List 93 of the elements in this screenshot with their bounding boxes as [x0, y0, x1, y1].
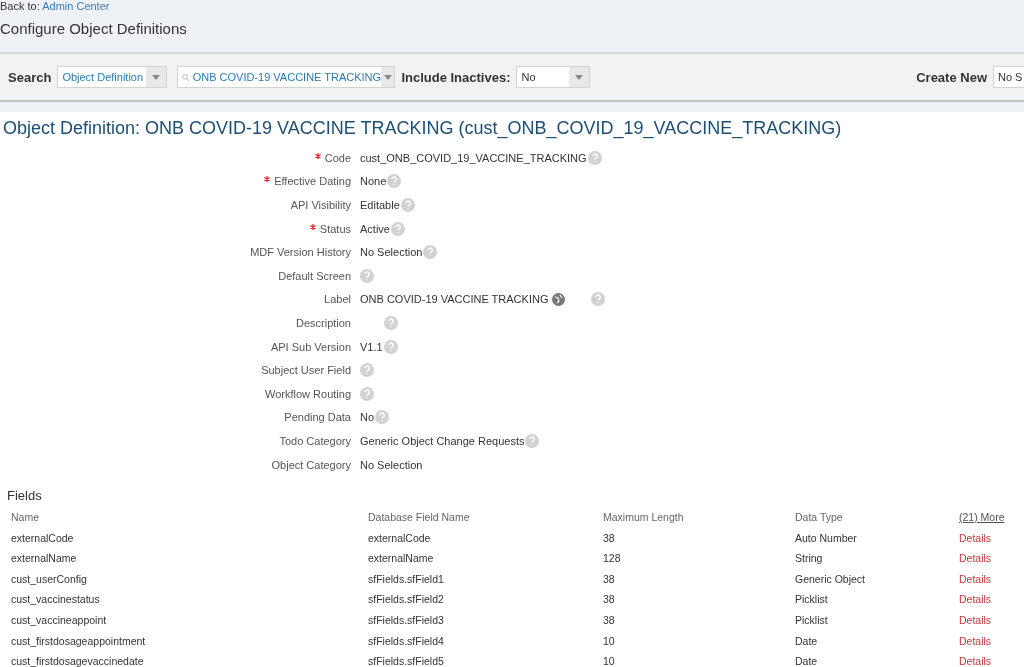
details-link[interactable]: Details	[959, 552, 992, 565]
property-label: Code	[324, 151, 351, 164]
property-value: Generic Object Change Requests	[360, 434, 525, 447]
table-cell: Date	[795, 634, 818, 647]
help-icon[interactable]	[375, 410, 390, 425]
details-link[interactable]: Details	[959, 655, 992, 667]
property-label: Label	[324, 293, 351, 306]
property-label: Default Screen	[278, 269, 351, 282]
table-cell: cust_vaccinestatus	[11, 593, 100, 606]
create-new-dropdown[interactable]: No S	[993, 66, 1024, 88]
table-cell: externalName	[368, 552, 434, 565]
property-label: Todo Category	[279, 434, 351, 447]
help-icon[interactable]	[387, 174, 402, 189]
table-cell: sfFields.sfField2	[368, 593, 444, 606]
details-link[interactable]: Details	[959, 531, 992, 544]
column-header[interactable]: Name	[11, 510, 39, 523]
property-label: Pending Data	[284, 411, 351, 424]
property-value: V1.1	[360, 340, 383, 353]
table-cell: 38	[603, 614, 615, 626]
search-type-dropdown[interactable]: Object Definition	[57, 66, 168, 88]
admin-center-link[interactable]: Admin Center	[42, 0, 110, 12]
property-value: Editable	[360, 199, 400, 211]
more-link[interactable]: (21) More	[959, 510, 1005, 523]
table-cell: Date	[795, 655, 818, 667]
help-icon[interactable]	[525, 433, 540, 448]
help-icon[interactable]	[360, 363, 374, 378]
caret-icon	[152, 74, 161, 80]
column-header[interactable]: Data Type	[795, 510, 843, 523]
property-label: Description	[295, 316, 351, 329]
caret-icon	[383, 74, 392, 80]
details-link[interactable]: Details	[959, 593, 992, 606]
table-cell: externalCode	[368, 531, 431, 544]
help-icon[interactable]	[383, 339, 398, 354]
search-icon	[182, 71, 190, 83]
include-inactives-label: Include Inactives:	[401, 69, 511, 85]
property-label: Object Category	[271, 458, 351, 471]
table-cell: cust_vaccineappoint	[11, 614, 107, 626]
table-cell: Auto Number	[795, 531, 857, 544]
search-label: Search	[8, 69, 52, 85]
property-label: Effective Dating	[274, 175, 351, 188]
property-label: MDF Version History	[250, 246, 351, 259]
property-value: No Selection	[360, 458, 423, 471]
help-icon[interactable]	[587, 150, 602, 165]
property-value: cust_ONB_COVID_19_VACCINE_TRACKING	[360, 151, 587, 164]
property-label: Subject User Field	[261, 364, 351, 377]
table-cell: 10	[603, 655, 615, 667]
column-header[interactable]: Database Field Name	[368, 510, 470, 523]
table-cell: sfFields.sfField1	[368, 572, 444, 585]
table-cell: 38	[603, 572, 615, 585]
property-value: None	[360, 175, 387, 188]
table-cell: Picklist	[795, 593, 828, 606]
help-icon[interactable]	[400, 198, 415, 212]
table-cell: cust_firstdosageappointment	[11, 634, 146, 647]
help-icon[interactable]	[390, 221, 405, 236]
table-cell: sfFields.sfField5	[368, 655, 444, 667]
column-header[interactable]: Maximum Length	[603, 510, 684, 523]
table-cell: 10	[603, 634, 615, 647]
property-value: No	[360, 411, 375, 424]
details-link[interactable]: Details	[959, 614, 992, 626]
table-cell: sfFields.sfField3	[368, 614, 444, 626]
include-inactives-dropdown[interactable]: No	[516, 66, 591, 88]
property-label: API Visibility	[290, 199, 351, 211]
property-value: ONB COVID-19 VACCINE TRACKING	[360, 293, 549, 306]
details-link[interactable]: Details	[959, 572, 992, 585]
table-cell: Generic Object	[795, 572, 866, 585]
create-new-label: Create New	[916, 69, 987, 85]
table-cell: String	[795, 552, 823, 565]
caret-icon	[575, 74, 584, 80]
details-link[interactable]: Details	[959, 634, 992, 647]
search-field[interactable]: ONB COVID-19 VACCINE TRACKING	[177, 66, 396, 88]
object-title: Object Definition: ONB COVID-19 VACCINE TRACKING (cust_ONB_COVID_19_VACCINE_TRACKING)	[3, 117, 843, 140]
page-title: Configure Object Definitions	[0, 20, 188, 37]
table-cell: externalName	[11, 552, 77, 565]
help-icon[interactable]	[591, 292, 606, 307]
table-cell: cust_firstdosagevaccinedate	[11, 655, 144, 667]
property-value: No Selection	[360, 246, 423, 259]
property-label: Status	[319, 222, 351, 235]
help-icon[interactable]	[360, 386, 374, 401]
table-cell: externalCode	[11, 531, 74, 544]
help-icon[interactable]	[360, 268, 374, 283]
table-cell: cust_userConfig	[11, 572, 87, 585]
table-cell: 38	[603, 593, 615, 606]
help-icon[interactable]	[423, 245, 438, 260]
table-cell: Picklist	[795, 614, 828, 626]
property-label: API Sub Version	[270, 340, 351, 353]
table-cell: 38	[603, 531, 615, 544]
property-value: Active	[360, 222, 390, 235]
back-label: Back to:	[0, 0, 40, 12]
help-icon[interactable]	[384, 315, 398, 330]
table-cell: sfFields.sfField4	[368, 634, 444, 647]
fields-section-title: Fields	[7, 488, 43, 504]
property-label: Workflow Routing	[265, 387, 351, 400]
table-cell: 128	[603, 552, 621, 565]
